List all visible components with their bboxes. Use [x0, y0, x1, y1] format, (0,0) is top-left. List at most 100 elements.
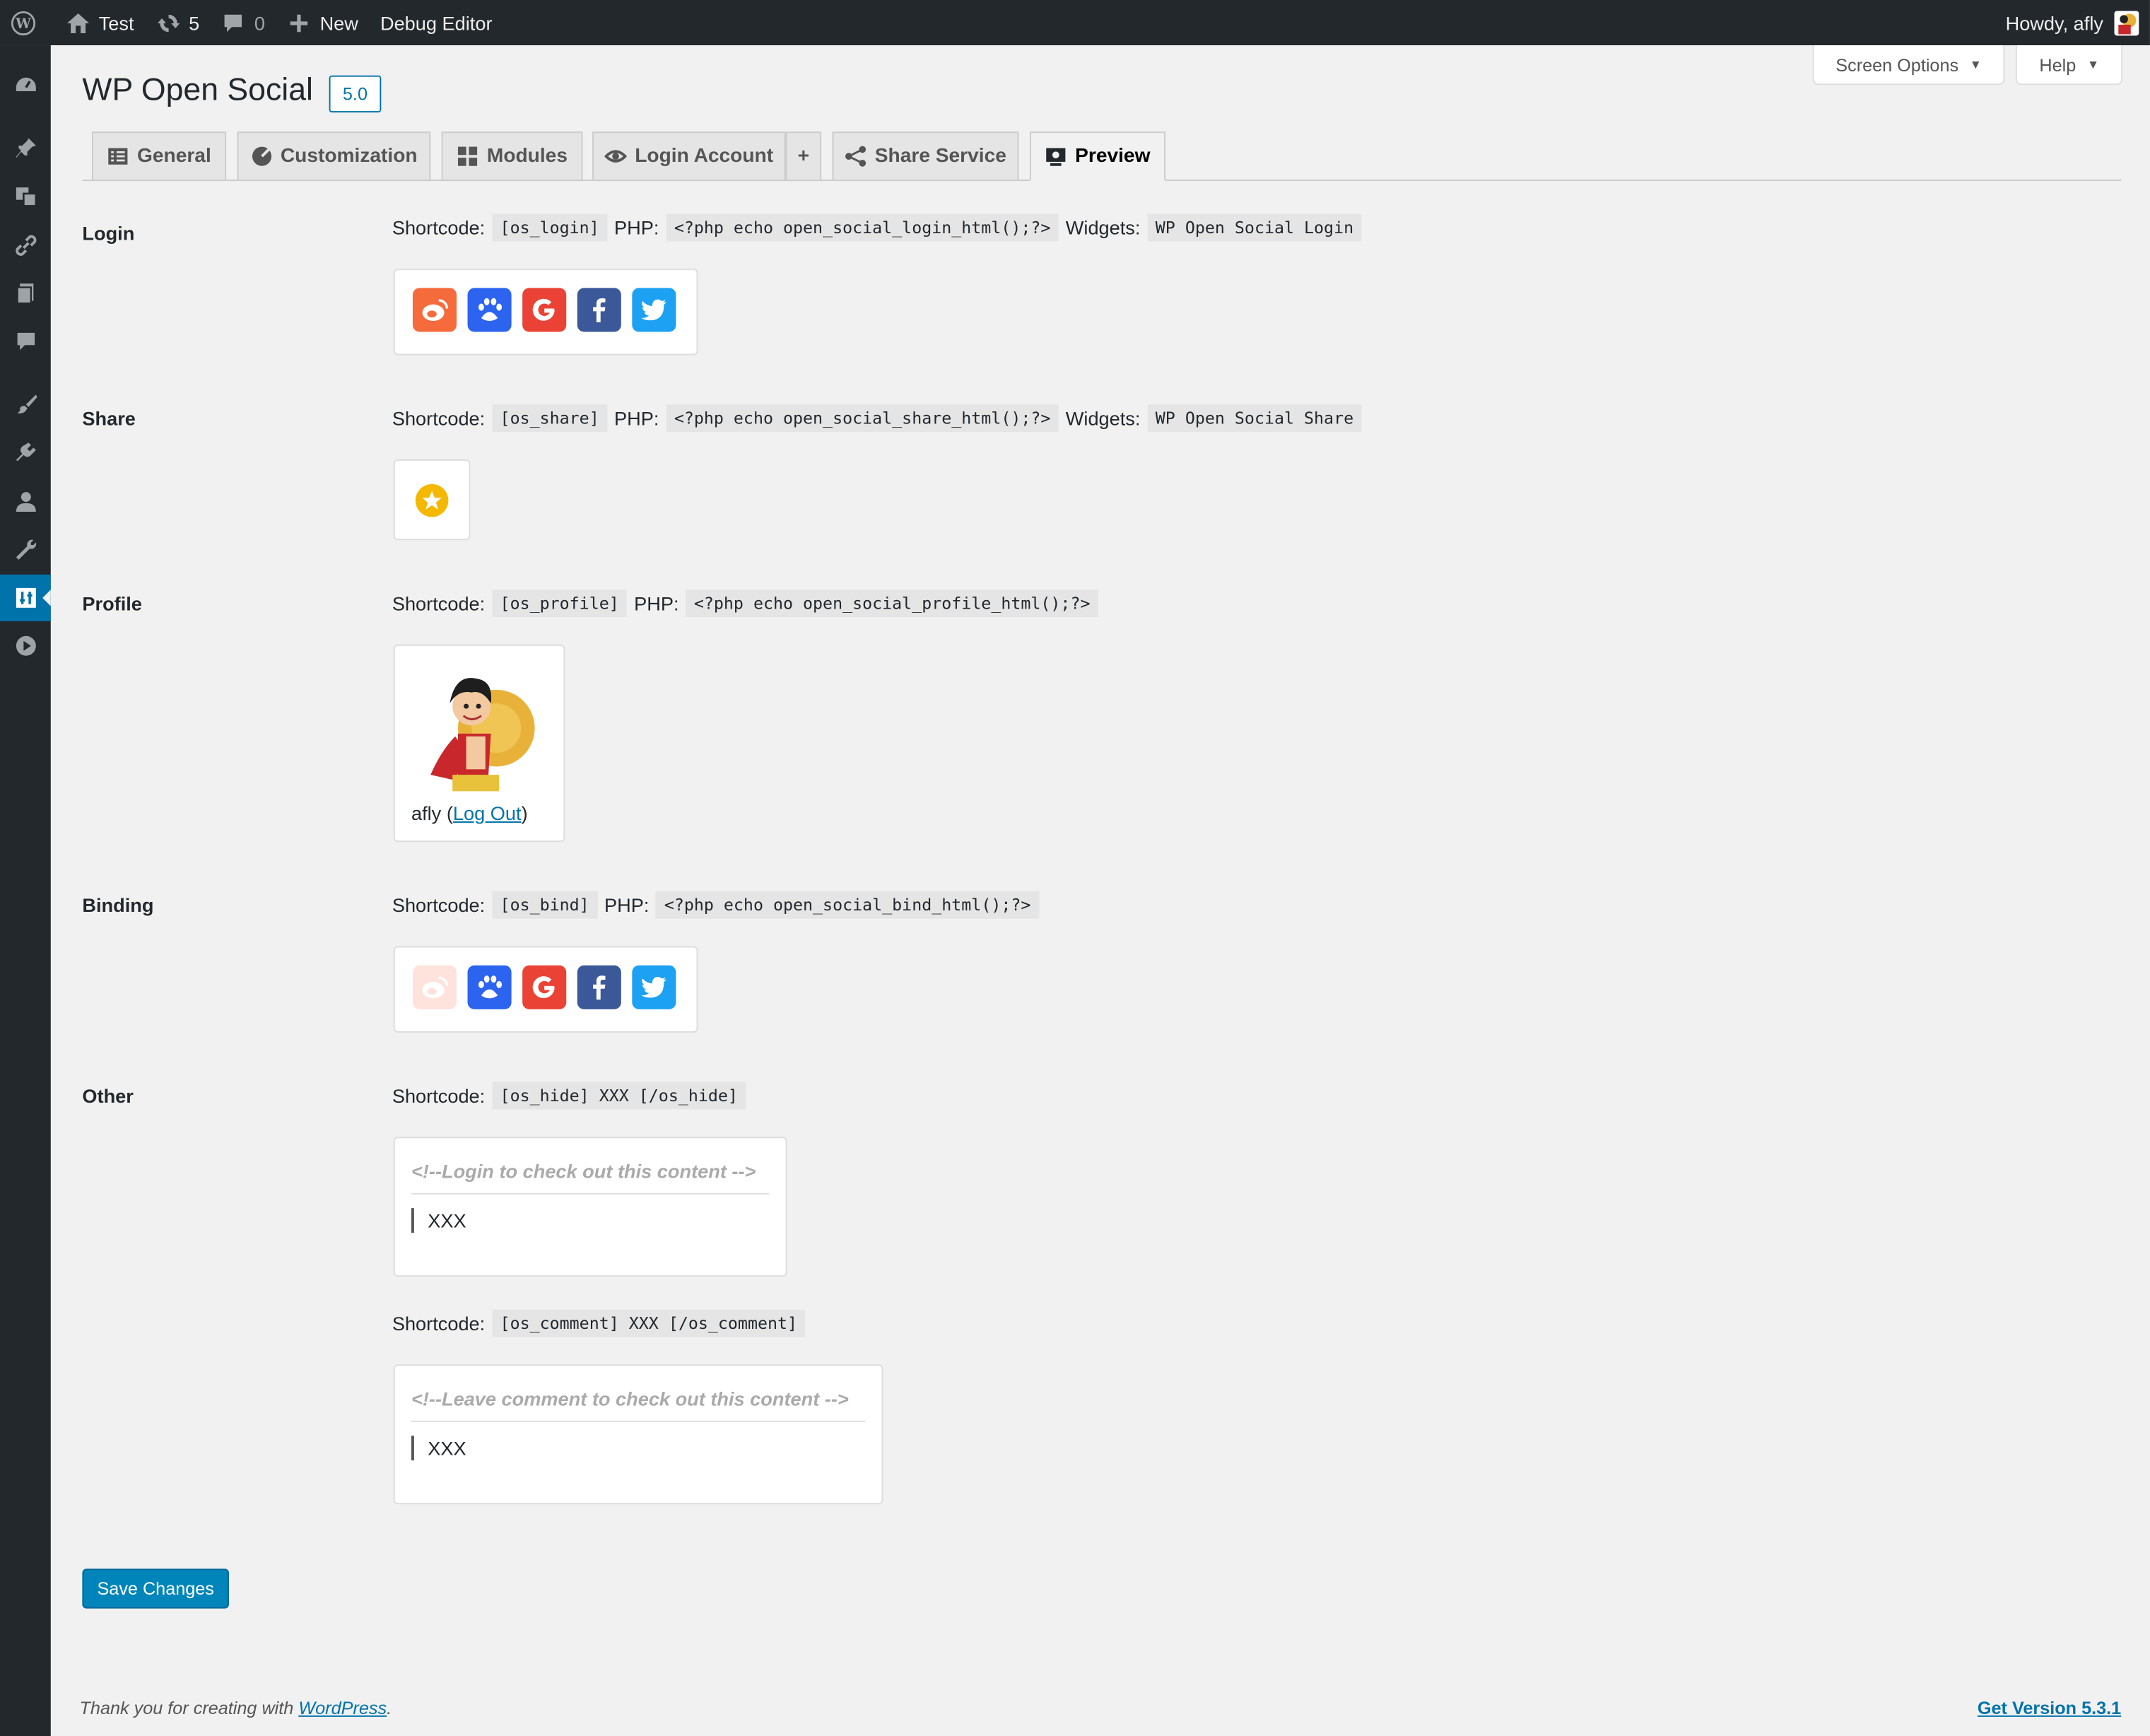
plugin-icon — [15, 442, 35, 462]
footer-period: . — [387, 1697, 392, 1718]
tab-add[interactable]: + — [785, 131, 822, 182]
baidu-icon — [478, 298, 503, 321]
tab-general[interactable]: General — [91, 131, 227, 182]
google-bind-button[interactable] — [522, 965, 567, 1009]
paren-close: ) — [521, 802, 528, 824]
menu-users[interactable] — [0, 479, 51, 525]
twitter-bind-button[interactable] — [632, 965, 676, 1009]
wordpress-logo[interactable]: W — [0, 0, 55, 45]
tab-label: Login Account — [635, 145, 774, 168]
tab-share-service[interactable]: Share Service — [832, 131, 1019, 182]
save-changes-button[interactable]: Save Changes — [82, 1568, 229, 1609]
comment-shortcode: [os_comment] XXX [/os_comment] — [491, 1309, 806, 1337]
hide-title: <!--Login to check out this content --> — [411, 1154, 770, 1195]
php-label: PHP: — [614, 407, 659, 430]
baidu-login-button[interactable] — [467, 288, 512, 332]
share-codeline: Shortcode: [os_share] PHP: <?php echo op… — [392, 404, 1369, 433]
google-login-button[interactable] — [522, 288, 567, 332]
tab-customization[interactable]: Customization — [237, 131, 431, 182]
pages-icon — [16, 283, 33, 305]
share-shortcode: [os_share] — [491, 404, 608, 433]
tab-label: General — [137, 145, 211, 168]
twitter-icon — [641, 299, 666, 321]
menu-open-social[interactable] — [0, 574, 51, 621]
menu-media[interactable] — [0, 172, 51, 219]
star-icon[interactable] — [414, 482, 450, 517]
form-icon — [108, 148, 128, 165]
tab-login-account[interactable]: Login Account — [592, 131, 786, 182]
menu-appearance[interactable] — [0, 381, 51, 428]
admin-bar: W Test 5 0 New Debug Editor Howdy, afly — [0, 0, 2150, 46]
updates-link[interactable]: 5 — [145, 0, 211, 45]
my-account[interactable]: Howdy, afly — [2005, 10, 2150, 35]
wordpress-link[interactable]: WordPress — [298, 1698, 387, 1718]
pin-icon — [15, 138, 35, 158]
share-php: <?php echo open_social_share_html();?> — [666, 404, 1059, 433]
help-label: Help — [2039, 54, 2076, 75]
howdy-text: Howdy, afly — [2005, 11, 2103, 34]
binding-codeline: Shortcode: [os_bind] PHP: <?php echo ope… — [392, 891, 1046, 919]
page-title: WP Open Social — [82, 71, 313, 107]
hide-shortcode: [os_hide] XXX [/os_hide] — [491, 1081, 746, 1110]
profile-avatar — [417, 665, 543, 797]
weibo-icon — [422, 299, 449, 321]
comment-preview-box: <!--Leave comment to check out this cont… — [393, 1364, 883, 1505]
avatar-image — [430, 678, 535, 792]
google-icon — [532, 976, 555, 999]
menu-dashboard[interactable] — [0, 61, 51, 108]
twitter-login-button[interactable] — [632, 288, 676, 332]
shortcode-label: Shortcode: — [392, 893, 486, 916]
version-badge: 5.0 — [329, 75, 382, 113]
screen-meta-links: Screen Options ▼ Help ▼ — [1812, 45, 2123, 86]
menu-comments[interactable] — [0, 318, 51, 365]
baidu-bind-button[interactable] — [467, 965, 512, 1009]
facebook-login-button[interactable] — [577, 288, 621, 332]
menu-pages[interactable] — [0, 270, 51, 317]
help-button[interactable]: Help ▼ — [2016, 45, 2123, 86]
user-icon — [15, 492, 35, 512]
login-codeline: Shortcode: [os_login] PHP: <?php echo op… — [392, 213, 1369, 242]
comment-codeline: Shortcode: [os_comment] XXX [/os_comment… — [392, 1309, 813, 1337]
home-icon — [66, 13, 90, 33]
share-preview-box — [393, 459, 471, 541]
updates-icon — [157, 13, 180, 32]
logout-link[interactable]: Log Out — [453, 802, 522, 824]
profile-codeline: Shortcode: [os_profile] PHP: <?php echo … — [392, 590, 1105, 617]
new-content-link[interactable]: New — [276, 0, 369, 45]
comment-title: <!--Leave comment to check out this cont… — [411, 1383, 866, 1422]
media-icon — [15, 187, 37, 207]
login-preview-box — [393, 269, 698, 356]
menu-posts[interactable] — [0, 125, 51, 172]
share-icon — [845, 146, 867, 167]
get-version-link[interactable]: Get Version 5.3.1 — [1978, 1698, 2121, 1718]
wrench-icon — [15, 539, 36, 560]
tab-label: Customization — [280, 145, 418, 168]
weibo-login-button[interactable] — [412, 288, 457, 332]
debug-editor-label: Debug Editor — [380, 11, 493, 34]
comments-icon — [16, 332, 35, 351]
debug-editor-link[interactable]: Debug Editor — [369, 0, 503, 45]
screen-options-button[interactable]: Screen Options ▼ — [1812, 45, 2005, 86]
tab-label: Preview — [1075, 145, 1151, 168]
tab-preview[interactable]: Preview — [1029, 131, 1165, 182]
site-name-link[interactable]: Test — [55, 0, 145, 45]
menu-tools[interactable] — [0, 527, 51, 573]
section-label-profile: Profile — [82, 592, 142, 615]
facebook-bind-button[interactable] — [577, 965, 621, 1009]
svg-text:W: W — [15, 15, 31, 31]
shortcode-label: Shortcode: — [392, 407, 486, 430]
menu-links[interactable] — [0, 222, 51, 269]
comment-content: XXX — [411, 1436, 865, 1461]
weibo-icon — [422, 976, 449, 999]
tab-modules[interactable]: Modules — [441, 131, 583, 182]
menu-plugins[interactable] — [0, 429, 51, 476]
binding-shortcode: [os_bind] — [491, 891, 598, 919]
baidu-icon — [478, 975, 503, 999]
weibo-bind-button[interactable] — [412, 965, 457, 1009]
twitter-icon — [641, 976, 666, 998]
facebook-icon — [593, 298, 606, 322]
avatar-icon — [2114, 10, 2139, 35]
menu-media-player[interactable] — [0, 623, 51, 669]
comments-link[interactable]: 0 — [211, 0, 276, 45]
section-label-login: Login — [82, 222, 135, 245]
